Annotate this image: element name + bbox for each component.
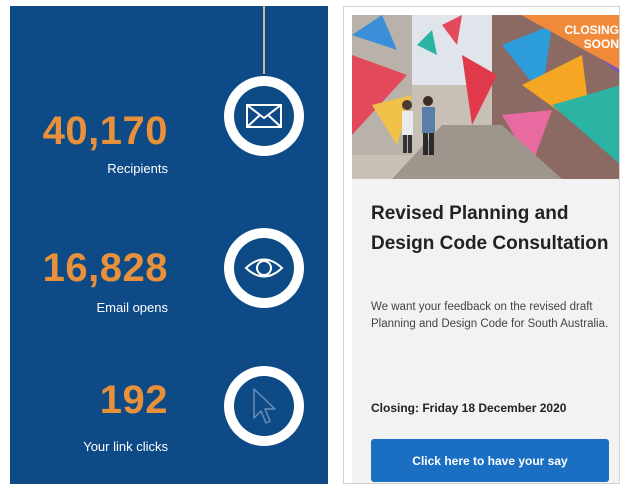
card-description: We want your feedback on the revised dra… (371, 301, 609, 330)
envelope-icon (246, 104, 282, 128)
stat-value-link-clicks: 192 (99, 378, 168, 422)
stat-label-email-opens: Email opens (96, 300, 168, 315)
eye-icon-ring (224, 228, 304, 308)
stat-label-recipients: Recipients (107, 161, 168, 176)
cursor-icon (253, 388, 276, 424)
card-body: CLOSING SOON Revised Planning and Design… (352, 15, 619, 483)
hero-image: CLOSING SOON (352, 15, 619, 179)
closing-date: Closing: Friday 18 December 2020 (371, 401, 567, 415)
connector-line (263, 6, 265, 74)
stat-value-recipients: 40,170 (42, 109, 168, 153)
closing-soon-badge: CLOSING SOON (564, 23, 619, 51)
consultation-card: CLOSING SOON Revised Planning and Design… (343, 6, 620, 484)
email-stats-panel: 40,170 Recipients 16,828 Email opens 192… (10, 6, 328, 484)
stat-value-email-opens: 16,828 (42, 246, 168, 290)
eye-icon (244, 258, 284, 278)
have-your-say-button[interactable]: Click here to have your say (371, 439, 609, 482)
cursor-icon-ring (224, 366, 304, 446)
stat-label-link-clicks: Your link clicks (83, 439, 168, 454)
card-title: Revised Planning and Design Code Consult… (371, 203, 609, 254)
envelope-icon-ring (224, 76, 304, 156)
